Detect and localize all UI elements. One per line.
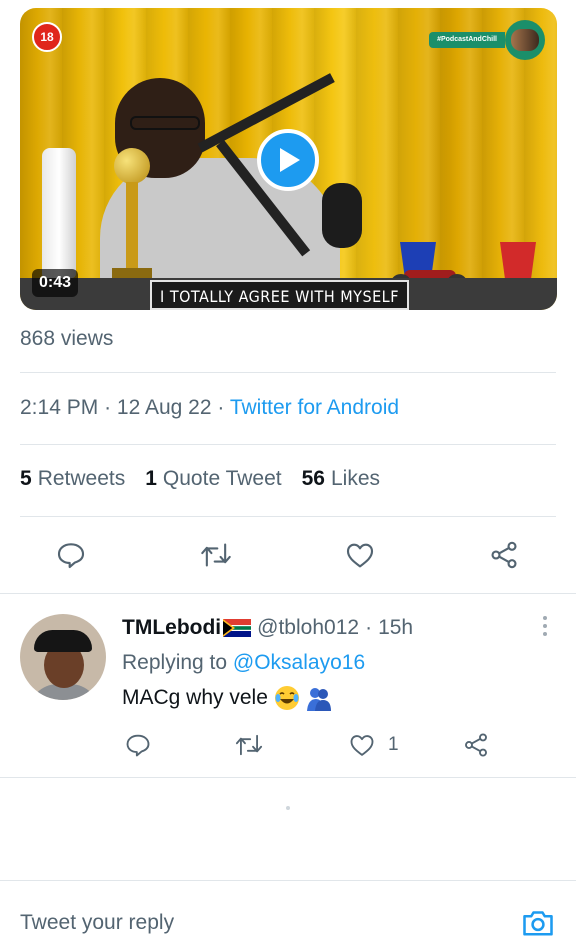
play-button[interactable]	[257, 129, 319, 191]
tweet-time: 2:14 PM	[20, 396, 99, 419]
retweet-icon	[201, 543, 231, 567]
tweet-meta: 2:14 PM · 12 Aug 22 · Twitter for Androi…	[20, 396, 399, 420]
red-cup	[500, 242, 536, 282]
quote-tweets-count-link[interactable]: 1 Quote Tweet	[145, 467, 281, 491]
camera-icon	[523, 911, 553, 936]
more-options-button[interactable]	[540, 616, 550, 640]
divider	[0, 593, 576, 594]
tweet-action-bar	[0, 535, 576, 575]
retweets-count-link[interactable]: 5 Retweets	[20, 467, 125, 491]
podcast-watermark: #PodcastAndChill	[429, 20, 545, 60]
retweet-button[interactable]	[196, 535, 236, 575]
video-caption: I TOTALLY AGREE WITH MYSELF	[150, 280, 409, 310]
camera-button[interactable]	[520, 905, 556, 941]
video-player[interactable]: 18 #PodcastAndChill 0:43 I TOTALLY AGREE…	[20, 8, 557, 310]
reply-author-name[interactable]: TMLebodi	[122, 616, 221, 640]
divider	[20, 444, 556, 445]
reply-text-content: MACg why vele	[122, 686, 268, 709]
view-count: 868 views	[20, 327, 114, 350]
meta-separator: ·	[104, 396, 112, 419]
retweet-icon	[235, 734, 263, 756]
divider	[20, 372, 556, 373]
like-button[interactable]	[340, 535, 380, 575]
share-icon	[465, 733, 487, 757]
south-africa-flag-icon	[223, 619, 252, 637]
reply-retweet-button[interactable]	[234, 728, 264, 762]
reply-input-placeholder[interactable]: Tweet your reply	[20, 911, 174, 935]
video-duration: 0:43	[32, 269, 79, 297]
meta-separator: ·	[365, 616, 373, 639]
replying-to-link[interactable]: @Oksalayo16	[233, 651, 365, 674]
divider	[20, 516, 556, 517]
reply-tweet[interactable]: TMLebodi @tbloh012 · 15h Replying to @Ok…	[0, 596, 576, 778]
trophy	[110, 148, 154, 298]
share-icon	[491, 541, 517, 569]
podcast-logo	[505, 20, 545, 60]
play-icon	[280, 148, 300, 172]
tweet-client-link[interactable]: Twitter for Android	[230, 396, 399, 419]
reply-icon	[126, 734, 150, 757]
reply-button[interactable]	[51, 535, 91, 575]
reply-action-bar: 1	[0, 728, 576, 762]
meta-separator: ·	[217, 396, 225, 419]
reply-like-count: 1	[388, 734, 399, 755]
bottle-prop	[42, 148, 76, 278]
people-hugging-emoji-icon	[306, 685, 332, 711]
divider	[0, 777, 576, 778]
reply-reply-button[interactable]	[124, 728, 152, 762]
reply-text: MACg why vele	[122, 685, 332, 711]
like-icon	[350, 735, 374, 756]
loading-indicator	[286, 806, 290, 810]
reply-author-handle[interactable]: @tbloh012	[257, 616, 359, 640]
reply-share-button[interactable]	[462, 728, 490, 762]
reply-icon	[57, 543, 85, 569]
podcast-hashtag: #PodcastAndChill	[429, 32, 505, 48]
glasses	[130, 116, 200, 130]
engagement-counts: 5 Retweets 1 Quote Tweet 56 Likes	[20, 467, 400, 491]
reply-composer[interactable]: Tweet your reply	[0, 880, 576, 947]
likes-count-link[interactable]: 56 Likes	[302, 467, 380, 491]
microphone	[322, 183, 362, 248]
more-icon	[540, 616, 550, 636]
reply-like-button[interactable]: 1	[348, 728, 399, 762]
replying-to-line: Replying to @Oksalayo16	[122, 651, 365, 675]
age-rating-badge: 18	[32, 22, 62, 52]
replying-prefix: Replying to	[122, 651, 228, 674]
like-icon	[346, 543, 374, 568]
reply-author-line: TMLebodi @tbloh012 · 15h	[122, 616, 413, 640]
reply-age: 15h	[378, 616, 414, 639]
laughing-tears-emoji-icon	[274, 685, 300, 711]
tweet-date: 12 Aug 22	[116, 396, 212, 419]
share-button[interactable]	[484, 535, 524, 575]
avatar[interactable]	[20, 614, 106, 700]
